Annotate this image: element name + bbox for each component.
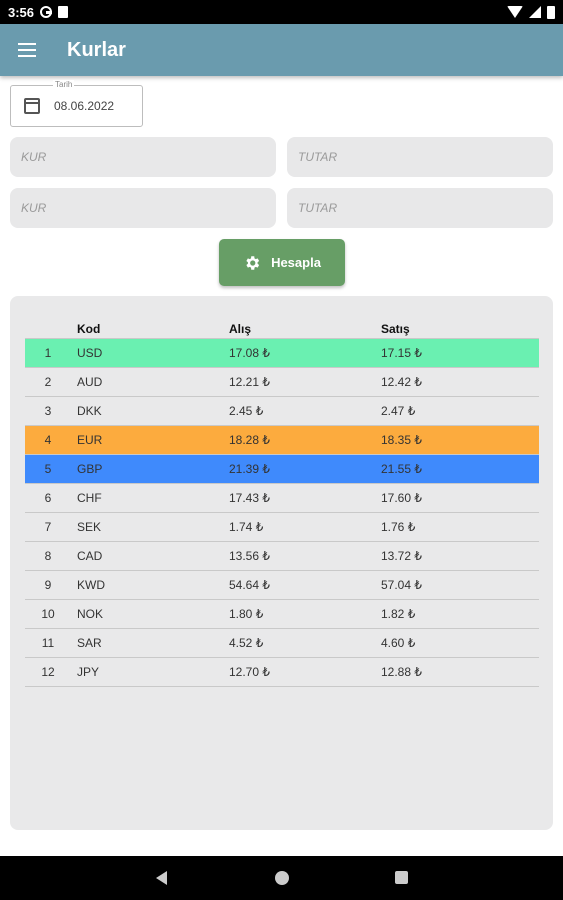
table-row[interactable]: 3 DKK 2.45 ₺ 2.47 ₺ <box>25 397 539 426</box>
google-icon <box>40 6 53 18</box>
buy-rate: 12.21 ₺ <box>229 375 270 389</box>
sell-rate: 57.04 ₺ <box>381 578 422 592</box>
buy-rate: 17.08 ₺ <box>229 346 270 360</box>
row-index: 2 <box>44 375 52 389</box>
status-time: 3:56 <box>8 4 35 20</box>
row-index: 3 <box>44 404 52 418</box>
kur-input-1[interactable]: KUR <box>10 137 276 177</box>
row-index: 11 <box>41 636 55 650</box>
table-row[interactable]: 2 AUD 12.21 ₺ 12.42 ₺ <box>25 368 539 397</box>
buy-rate: 12.70 ₺ <box>229 665 270 679</box>
sell-rate: 1.82 ₺ <box>381 607 416 621</box>
table-row[interactable]: 4 EUR 18.28 ₺ 18.35 ₺ <box>25 426 539 455</box>
tutar-input-1[interactable]: TUTAR <box>287 137 553 177</box>
currency-code: CAD <box>77 549 103 563</box>
back-icon[interactable] <box>156 871 167 885</box>
tutar-input-1-placeholder: TUTAR <box>298 150 338 164</box>
sell-rate: 13.72 ₺ <box>381 549 422 563</box>
currency-code: GBP <box>77 462 103 476</box>
tutar-input-2[interactable]: TUTAR <box>287 188 553 228</box>
header-buy: Alış <box>229 322 252 336</box>
row-index: 6 <box>44 491 52 505</box>
buy-rate: 17.43 ₺ <box>229 491 270 505</box>
calculate-button[interactable]: Hesapla <box>219 239 345 286</box>
currency-code: CHF <box>77 491 102 505</box>
header-sell: Satış <box>381 322 410 336</box>
sell-rate: 4.60 ₺ <box>381 636 416 650</box>
currency-code: NOK <box>77 607 104 621</box>
table-row[interactable]: 6 CHF 17.43 ₺ 17.60 ₺ <box>25 484 539 513</box>
gear-icon <box>243 254 261 272</box>
table-row[interactable]: 10 NOK 1.80 ₺ 1.82 ₺ <box>25 600 539 629</box>
sell-rate: 18.35 ₺ <box>381 433 422 447</box>
battery-icon <box>547 5 555 19</box>
currency-code: USD <box>77 346 103 360</box>
currency-code: DKK <box>77 404 102 418</box>
kur-input-2-placeholder: KUR <box>21 201 47 215</box>
sell-rate: 17.60 ₺ <box>381 491 422 505</box>
currency-code: SAR <box>77 636 102 650</box>
tutar-input-2-placeholder: TUTAR <box>298 201 338 215</box>
row-index: 7 <box>44 520 52 534</box>
status-bar: 3:56 <box>0 0 563 24</box>
date-label: Tarih <box>53 80 75 89</box>
recents-icon[interactable] <box>395 871 408 884</box>
sell-rate: 21.55 ₺ <box>381 462 422 476</box>
buy-rate: 4.52 ₺ <box>229 636 264 650</box>
currency-code: AUD <box>77 375 103 389</box>
page-title: Kurlar <box>67 38 126 61</box>
table-row[interactable]: 9 KWD 54.64 ₺ 57.04 ₺ <box>25 571 539 600</box>
buy-rate: 1.74 ₺ <box>229 520 264 534</box>
buy-rate: 1.80 ₺ <box>229 607 264 621</box>
currency-code: JPY <box>77 665 100 679</box>
row-index: 8 <box>44 549 52 563</box>
row-index: 12 <box>41 665 55 679</box>
buy-rate: 18.28 ₺ <box>229 433 270 447</box>
row-index: 10 <box>41 607 55 621</box>
buy-rate: 13.56 ₺ <box>229 549 270 563</box>
row-index: 5 <box>44 462 52 476</box>
sell-rate: 17.15 ₺ <box>381 346 422 360</box>
buy-rate: 21.39 ₺ <box>229 462 270 476</box>
sell-rate: 2.47 ₺ <box>381 404 416 418</box>
calendar-icon <box>24 98 40 114</box>
row-index: 9 <box>44 578 52 592</box>
table-row[interactable]: 11 SAR 4.52 ₺ 4.60 ₺ <box>25 629 539 658</box>
sd-card-icon <box>58 6 69 18</box>
table-row[interactable]: 12 JPY 12.70 ₺ 12.88 ₺ <box>25 658 539 687</box>
wifi-icon <box>507 6 523 18</box>
signal-icon <box>529 6 541 18</box>
currency-code: EUR <box>77 433 103 447</box>
sell-rate: 1.76 ₺ <box>381 520 416 534</box>
date-field[interactable]: Tarih 08.06.2022 <box>10 80 143 127</box>
app-bar: Kurlar <box>0 24 563 76</box>
header-code: Kod <box>77 322 101 336</box>
table-row[interactable]: 5 GBP 21.39 ₺ 21.55 ₺ <box>25 455 539 484</box>
nav-bar <box>0 856 563 900</box>
table-row[interactable]: 1 USD 17.08 ₺ 17.15 ₺ <box>25 339 539 368</box>
calculate-button-label: Hesapla <box>271 255 321 270</box>
sell-rate: 12.42 ₺ <box>381 375 422 389</box>
table-row[interactable]: 8 CAD 13.56 ₺ 13.72 ₺ <box>25 542 539 571</box>
row-index: 4 <box>44 433 52 447</box>
sell-rate: 12.88 ₺ <box>381 665 422 679</box>
buy-rate: 2.45 ₺ <box>229 404 264 418</box>
home-icon[interactable] <box>275 871 289 885</box>
menu-icon[interactable] <box>18 43 36 57</box>
table-row[interactable]: 7 SEK 1.74 ₺ 1.76 ₺ <box>25 513 539 542</box>
currency-code: KWD <box>77 578 105 592</box>
currency-code: SEK <box>77 520 102 534</box>
kur-input-2[interactable]: KUR <box>10 188 276 228</box>
row-index: 1 <box>44 346 52 360</box>
buy-rate: 54.64 ₺ <box>229 578 270 592</box>
kur-input-1-placeholder: KUR <box>21 150 47 164</box>
date-value: 08.06.2022 <box>54 99 115 113</box>
